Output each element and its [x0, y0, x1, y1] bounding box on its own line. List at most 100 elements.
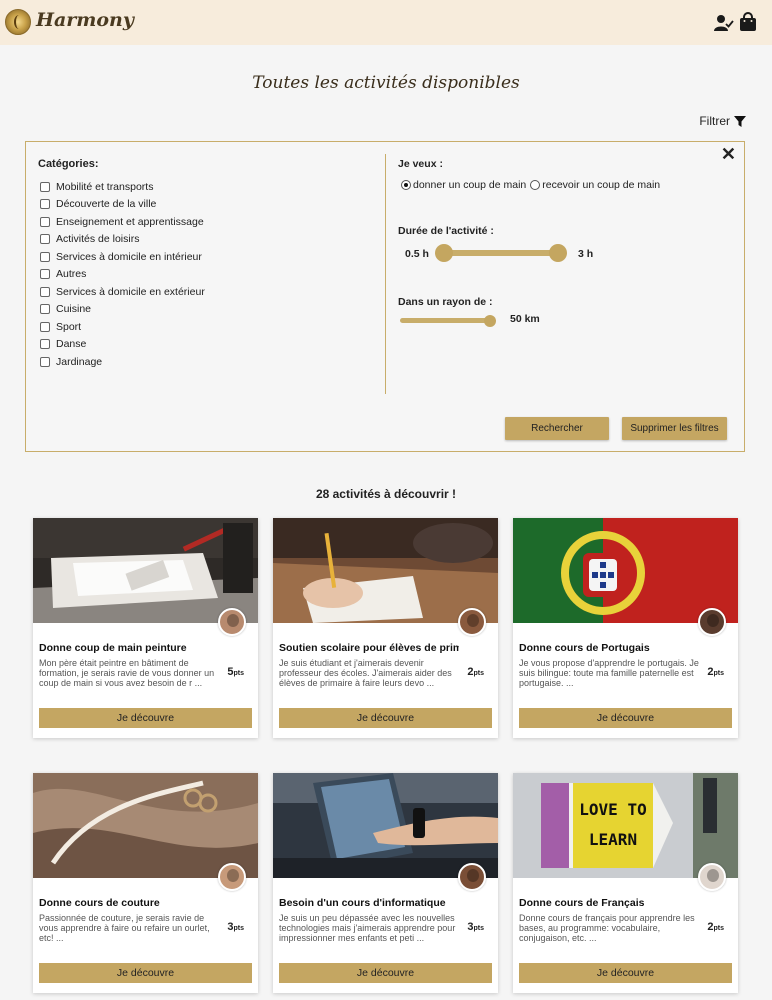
radius-slider-track[interactable]: [400, 318, 494, 323]
category-item[interactable]: Cuisine: [40, 301, 205, 319]
categories-title: Catégories:: [38, 158, 99, 170]
category-label: Autres: [56, 268, 87, 281]
receive-help-radio[interactable]: [530, 180, 541, 190]
close-icon[interactable]: ✕: [721, 144, 736, 165]
discover-button[interactable]: Je découvre: [519, 708, 732, 728]
points-unit: pts: [473, 925, 485, 932]
app-name[interactable]: Harmony: [36, 9, 134, 31]
category-item[interactable]: Mobilité et transports: [40, 178, 205, 196]
category-label: Mobilité et transports: [56, 180, 154, 193]
receive-help-label[interactable]: recevoir un coup de main: [542, 179, 660, 191]
category-item[interactable]: Enseignement et apprentissage: [40, 213, 205, 231]
filter-panel: ✕ Catégories: Mobilité et transports Déc…: [25, 141, 745, 452]
category-checkbox[interactable]: [40, 216, 50, 227]
category-checkbox[interactable]: [40, 199, 50, 210]
activity-description: Je suis étudiant et j'aimerais devenir p…: [279, 658, 452, 688]
discover-button[interactable]: Je découvre: [519, 963, 732, 983]
learn-text: LEARN: [589, 830, 637, 849]
category-checkbox[interactable]: [40, 321, 50, 332]
avatar[interactable]: [218, 863, 246, 891]
top-header: Harmony: [0, 0, 772, 45]
duration-max-handle[interactable]: [549, 244, 567, 262]
activity-points: 3pts: [467, 921, 484, 933]
category-label: Services à domicile en intérieur: [56, 250, 202, 263]
activity-image: LOVE TO LEARN: [513, 773, 738, 878]
points-unit: pts: [713, 670, 725, 677]
filter-toggle[interactable]: Filtrer: [699, 114, 746, 128]
category-item[interactable]: Jardinage: [40, 353, 205, 371]
activity-card[interactable]: Besoin d'un cours d'informatique Je suis…: [273, 773, 498, 993]
category-checkbox[interactable]: [40, 181, 50, 192]
give-help-radio[interactable]: [401, 180, 411, 190]
search-button[interactable]: Rechercher: [505, 417, 609, 440]
category-item[interactable]: Services à domicile en intérieur: [40, 248, 205, 266]
duration-max-value: 3 h: [578, 248, 594, 260]
activity-title: Besoin d'un cours d'informatique: [279, 897, 446, 909]
duration-slider-track[interactable]: [442, 250, 564, 256]
category-checkbox[interactable]: [40, 251, 50, 262]
discover-button[interactable]: Je découvre: [279, 708, 492, 728]
user-check-icon[interactable]: [714, 14, 734, 32]
category-item[interactable]: Autres: [40, 266, 205, 284]
discover-button[interactable]: Je découvre: [39, 963, 252, 983]
category-item[interactable]: Danse: [40, 336, 205, 354]
activity-image: [513, 518, 738, 623]
points-unit: pts: [473, 670, 485, 677]
activity-title: Soutien scolaire pour élèves de primaire: [279, 642, 459, 654]
activity-card[interactable]: Donne coup de main peinture Mon père éta…: [33, 518, 258, 738]
avatar[interactable]: [458, 608, 486, 636]
activity-description: Passionnée de couture, je serais ravie d…: [39, 913, 210, 943]
category-item[interactable]: Activités de loisirs: [40, 231, 205, 249]
activity-points: 5pts: [227, 666, 244, 678]
want-options: donner un coup de main recevoir un coup …: [401, 179, 660, 191]
category-checkbox[interactable]: [40, 339, 50, 350]
category-label: Enseignement et apprentissage: [56, 215, 204, 228]
activity-points: 2pts: [467, 666, 484, 678]
love-to-learn-text: LOVE TO: [579, 800, 646, 819]
activity-image: [273, 518, 498, 623]
avatar[interactable]: [458, 863, 486, 891]
shopping-bag-icon[interactable]: [739, 12, 757, 32]
radius-label: Dans un rayon de :: [398, 296, 493, 308]
discover-button[interactable]: Je découvre: [39, 708, 252, 728]
activity-title: Donne coup de main peinture: [39, 642, 187, 654]
activity-title: Donne cours de Portugais: [519, 642, 650, 654]
harmony-logo-icon[interactable]: [5, 9, 31, 35]
category-item[interactable]: Découverte de la ville: [40, 196, 205, 214]
activity-image: [33, 518, 258, 623]
points-unit: pts: [233, 925, 245, 932]
activity-description: Je suis un peu dépassée avec les nouvell…: [279, 913, 456, 943]
category-checkbox[interactable]: [40, 269, 50, 280]
avatar[interactable]: [698, 608, 726, 636]
activity-image: [273, 773, 498, 878]
activity-title: Donne cours de couture: [39, 897, 160, 909]
category-label: Services à domicile en extérieur: [56, 285, 205, 298]
clear-filters-button[interactable]: Supprimer les filtres: [622, 417, 727, 440]
category-checkbox[interactable]: [40, 286, 50, 297]
points-unit: pts: [713, 925, 725, 932]
category-checkbox[interactable]: [40, 356, 50, 367]
category-label: Danse: [56, 338, 87, 351]
duration-min-handle[interactable]: [435, 244, 453, 262]
activity-card[interactable]: Donne cours de Portugais Je vous propose…: [513, 518, 738, 738]
activity-card[interactable]: Donne cours de couture Passionnée de cou…: [33, 773, 258, 993]
radius-handle[interactable]: [484, 315, 496, 327]
category-label: Activités de loisirs: [56, 233, 140, 246]
category-checkbox[interactable]: [40, 304, 50, 315]
activity-description: Donne cours de français pour apprendre l…: [519, 913, 695, 943]
give-help-label[interactable]: donner un coup de main: [413, 179, 526, 191]
category-checkbox[interactable]: [40, 234, 50, 245]
discover-button[interactable]: Je découvre: [279, 963, 492, 983]
category-list: Mobilité et transports Découverte de la …: [40, 178, 205, 371]
want-label: Je veux :: [398, 158, 443, 170]
page-title: Toutes les activités disponibles: [252, 73, 520, 93]
category-label: Jardinage: [56, 355, 103, 368]
duration-min-value: 0.5 h: [405, 248, 429, 260]
activity-card[interactable]: LOVE TO LEARN Donne cours de Français Do…: [513, 773, 738, 993]
avatar[interactable]: [218, 608, 246, 636]
activity-description: Je vous propose d'apprendre le portugais…: [519, 658, 699, 688]
activity-card[interactable]: Soutien scolaire pour élèves de primaire…: [273, 518, 498, 738]
avatar[interactable]: [698, 863, 726, 891]
category-item[interactable]: Sport: [40, 318, 205, 336]
category-item[interactable]: Services à domicile en extérieur: [40, 283, 205, 301]
